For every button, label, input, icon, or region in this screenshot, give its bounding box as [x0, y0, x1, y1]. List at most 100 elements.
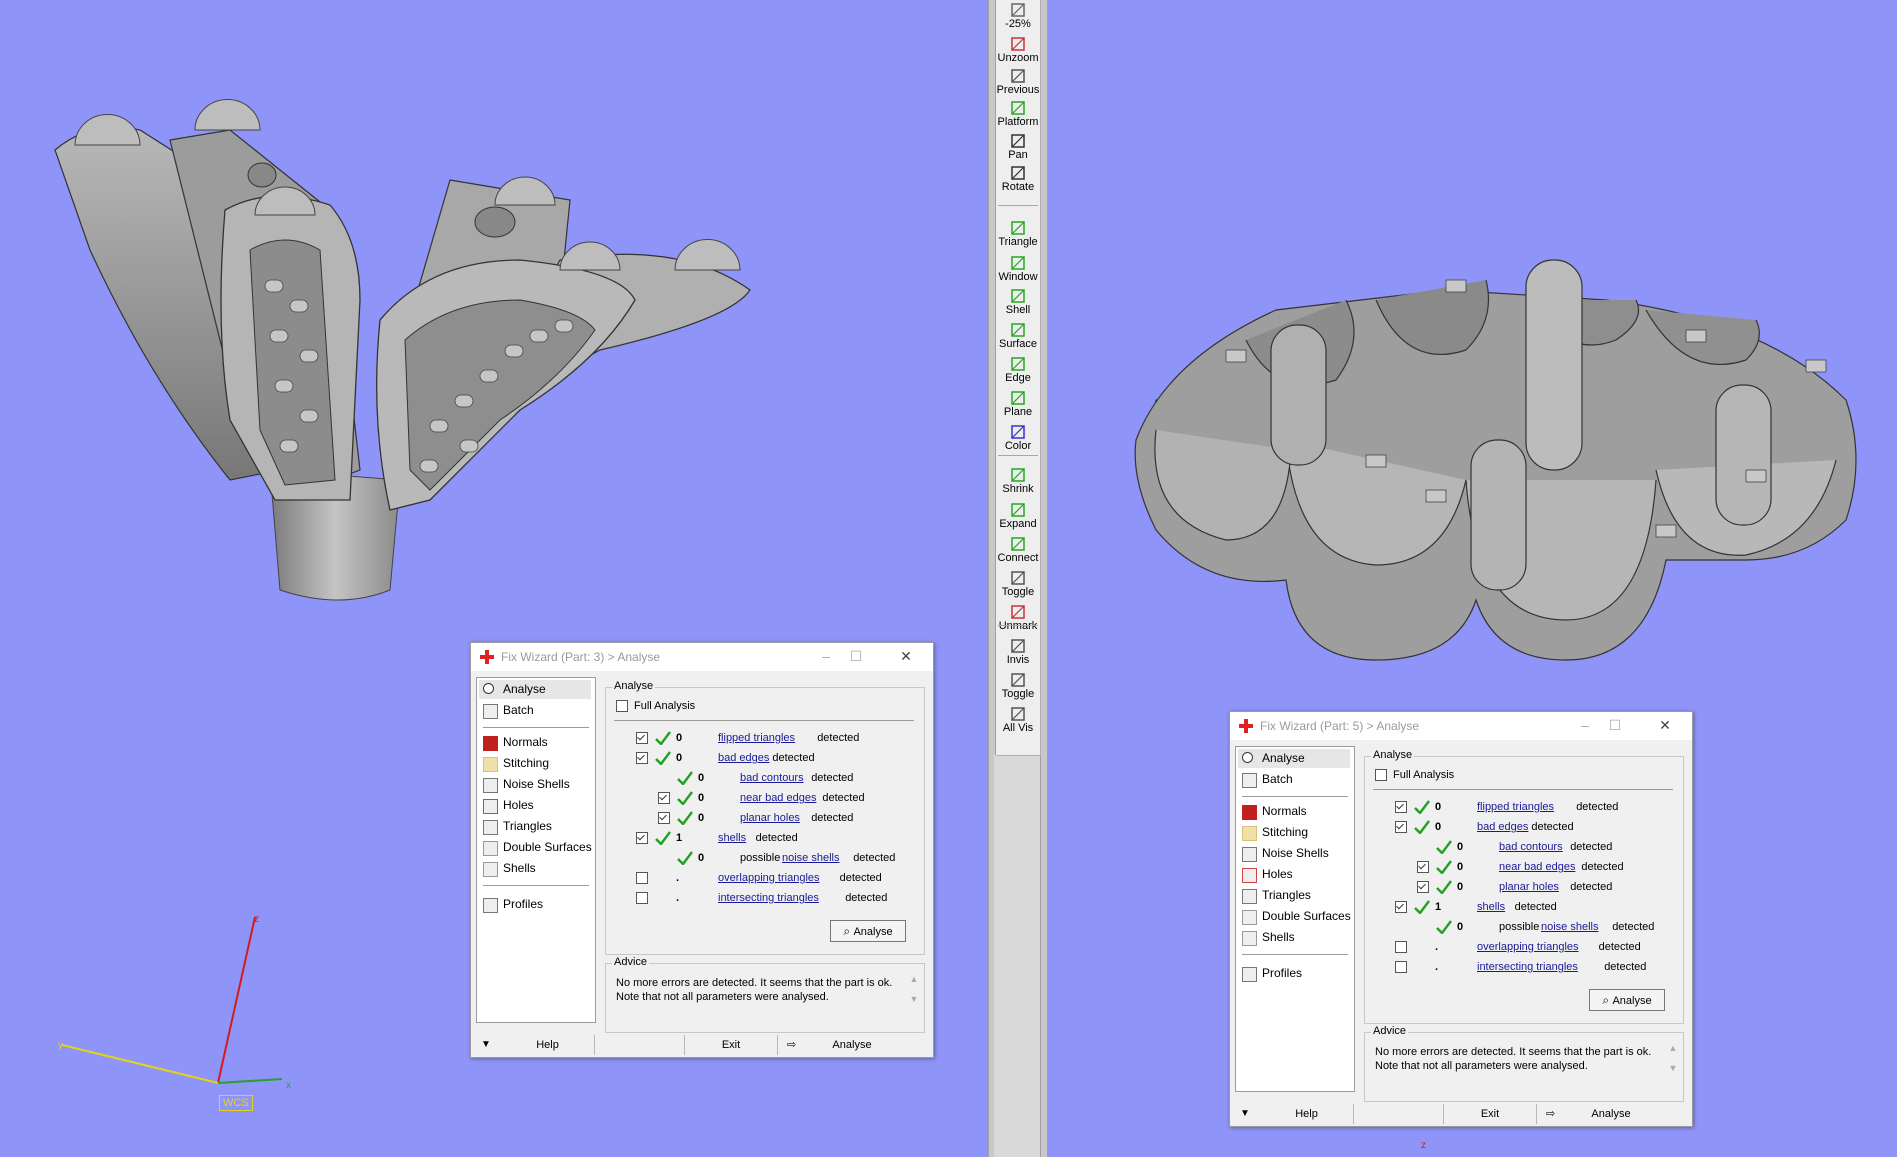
- sidebar-item-holes[interactable]: Holes: [479, 796, 591, 815]
- maximize-button[interactable]: ☐: [847, 648, 865, 664]
- analyse-footer-button[interactable]: ⇨ Analyse: [1536, 1104, 1686, 1124]
- row-checkbox[interactable]: [636, 832, 648, 844]
- sidebar-item-triangles[interactable]: Triangles: [1238, 886, 1350, 905]
- exit-button[interactable]: Exit: [684, 1035, 778, 1055]
- toolbar-pan-button[interactable]: Pan: [996, 133, 1040, 161]
- advice-scrollbar[interactable]: ▲ ▼: [1667, 1043, 1679, 1093]
- dialog-title-bar[interactable]: Fix Wizard (Part: 5) > Analyse – ☐ ✕: [1230, 712, 1692, 740]
- row-link[interactable]: intersecting triangles: [1477, 959, 1578, 975]
- sidebar-item-double-surfaces[interactable]: Double Surfaces: [479, 838, 592, 857]
- row-link[interactable]: bad edges: [718, 750, 769, 766]
- toolbar-expand-button[interactable]: Expand: [996, 502, 1040, 530]
- sidebar-item-shells[interactable]: Shells: [479, 859, 591, 878]
- sidebar-item-holes[interactable]: Holes: [1238, 865, 1350, 884]
- toolbar-surface-button[interactable]: Surface: [996, 322, 1040, 350]
- row-link[interactable]: noise shells: [1541, 919, 1598, 935]
- row-link[interactable]: overlapping triangles: [1477, 939, 1579, 955]
- advice-scrollbar[interactable]: ▲ ▼: [908, 974, 920, 1024]
- toolbar-window-button[interactable]: Window: [996, 255, 1040, 283]
- sidebar-item-shells[interactable]: Shells: [1238, 928, 1350, 947]
- exit-button[interactable]: Exit: [1443, 1104, 1537, 1124]
- toolbar-shell-button[interactable]: Shell: [996, 288, 1040, 316]
- toolbar-connect-button[interactable]: Connect: [996, 536, 1040, 564]
- analyse-button[interactable]: ⌕ Analyse: [1589, 989, 1665, 1011]
- fix-wizard-dialog-part-5[interactable]: Fix Wizard (Part: 5) > Analyse – ☐ ✕ Analyse…: [1229, 711, 1693, 1127]
- row-link[interactable]: bad contours: [740, 770, 804, 786]
- row-link[interactable]: planar holes: [740, 810, 800, 826]
- close-button[interactable]: ✕: [897, 648, 915, 664]
- row-link[interactable]: shells: [1477, 899, 1505, 915]
- row-link[interactable]: bad contours: [1499, 839, 1563, 855]
- toolbar-color-button[interactable]: Color: [996, 424, 1040, 452]
- toolbar-unzoom-button[interactable]: Unzoom: [996, 36, 1040, 64]
- row-link[interactable]: intersecting triangles: [718, 890, 819, 906]
- toolbar-invis-button[interactable]: Invis: [996, 638, 1040, 666]
- checkbox[interactable]: [616, 700, 628, 712]
- toolbar-plane-button[interactable]: Plane: [996, 390, 1040, 418]
- row-checkbox[interactable]: [1417, 861, 1429, 873]
- toolbar-25-button[interactable]: -25%: [996, 2, 1040, 30]
- close-button[interactable]: ✕: [1656, 717, 1674, 733]
- sidebar-item-noise-shells[interactable]: Noise Shells: [1238, 844, 1350, 863]
- sidebar-item-batch[interactable]: Batch: [479, 701, 591, 720]
- row-link[interactable]: near bad edges: [1499, 859, 1575, 875]
- row-checkbox[interactable]: [658, 792, 670, 804]
- checkbox[interactable]: [1375, 769, 1387, 781]
- full-analysis-label: Full Analysis: [1393, 769, 1455, 781]
- minimize-button[interactable]: –: [1576, 717, 1594, 733]
- sidebar-item-batch[interactable]: Batch: [1238, 770, 1350, 789]
- sidebar-item-noise-shells[interactable]: Noise Shells: [479, 775, 591, 794]
- toolbar-unmark-button[interactable]: Unmark: [996, 604, 1040, 632]
- analyse-button[interactable]: ⌕ Analyse: [830, 920, 906, 942]
- row-checkbox[interactable]: [636, 872, 648, 884]
- row-checkbox[interactable]: [636, 752, 648, 764]
- help-button[interactable]: ▼ Help: [471, 1035, 595, 1055]
- help-button[interactable]: ▼ Help: [1230, 1104, 1354, 1124]
- sidebar-item-double-surfaces[interactable]: Double Surfaces: [1238, 907, 1351, 926]
- minimize-button[interactable]: –: [817, 648, 835, 664]
- sidebar-item-normals[interactable]: Normals: [1238, 802, 1350, 821]
- toolbar-platform-button[interactable]: Platform: [996, 100, 1040, 128]
- dialog-title-bar[interactable]: Fix Wizard (Part: 3) > Analyse – ☐ ✕: [471, 643, 933, 671]
- row-link[interactable]: planar holes: [1499, 879, 1559, 895]
- row-checkbox[interactable]: [636, 892, 648, 904]
- fix-wizard-dialog-part-3[interactable]: Fix Wizard (Part: 3) > Analyse – ☐ ✕ Analyse…: [470, 642, 934, 1058]
- row-link[interactable]: overlapping triangles: [718, 870, 820, 886]
- row-link[interactable]: near bad edges: [740, 790, 816, 806]
- row-checkbox[interactable]: [1395, 821, 1407, 833]
- sidebar-item-analyse[interactable]: Analyse: [479, 680, 591, 699]
- toolbar-edge-button[interactable]: Edge: [996, 356, 1040, 384]
- toolbar-all-vis-button[interactable]: All Vis: [996, 706, 1040, 734]
- toolbar-rotate-button[interactable]: Rotate: [996, 165, 1040, 193]
- row-link[interactable]: bad edges: [1477, 819, 1528, 835]
- axis-y-label: y: [58, 1040, 63, 1051]
- row-checkbox[interactable]: [1395, 801, 1407, 813]
- splitter-right[interactable]: [1040, 0, 1048, 1157]
- row-checkbox[interactable]: [1417, 881, 1429, 893]
- maximize-button[interactable]: ☐: [1606, 717, 1624, 733]
- row-link[interactable]: noise shells: [782, 850, 839, 866]
- row-suffix: detected: [755, 832, 798, 844]
- toolbar-toggle-button[interactable]: Toggle: [996, 570, 1040, 598]
- row-checkbox[interactable]: [1395, 901, 1407, 913]
- row-checkbox[interactable]: [636, 732, 648, 744]
- sidebar-item-normals[interactable]: Normals: [479, 733, 591, 752]
- sidebar-item-profiles[interactable]: Profiles: [479, 895, 591, 914]
- toolbar-toggle-button[interactable]: Toggle: [996, 672, 1040, 700]
- sidebar-item-stitching[interactable]: Stitching: [479, 754, 591, 773]
- row-checkbox[interactable]: [1395, 941, 1407, 953]
- toolbar-previous-button[interactable]: Previous: [996, 68, 1040, 96]
- toolbar-triangle-button[interactable]: Triangle: [996, 220, 1040, 248]
- row-checkbox[interactable]: [1395, 961, 1407, 973]
- row-suffix: detected: [811, 812, 854, 824]
- row-link[interactable]: shells: [718, 830, 746, 846]
- row-checkbox[interactable]: [658, 812, 670, 824]
- sidebar-item-profiles[interactable]: Profiles: [1238, 964, 1350, 983]
- sidebar-item-stitching[interactable]: Stitching: [1238, 823, 1350, 842]
- sidebar-item-analyse[interactable]: Analyse: [1238, 749, 1350, 768]
- row-link[interactable]: flipped triangles: [1477, 799, 1554, 815]
- sidebar-item-triangles[interactable]: Triangles: [479, 817, 591, 836]
- toolbar-shrink-button[interactable]: Shrink: [996, 467, 1040, 495]
- analyse-footer-button[interactable]: ⇨ Analyse: [777, 1035, 927, 1055]
- row-link[interactable]: flipped triangles: [718, 730, 795, 746]
